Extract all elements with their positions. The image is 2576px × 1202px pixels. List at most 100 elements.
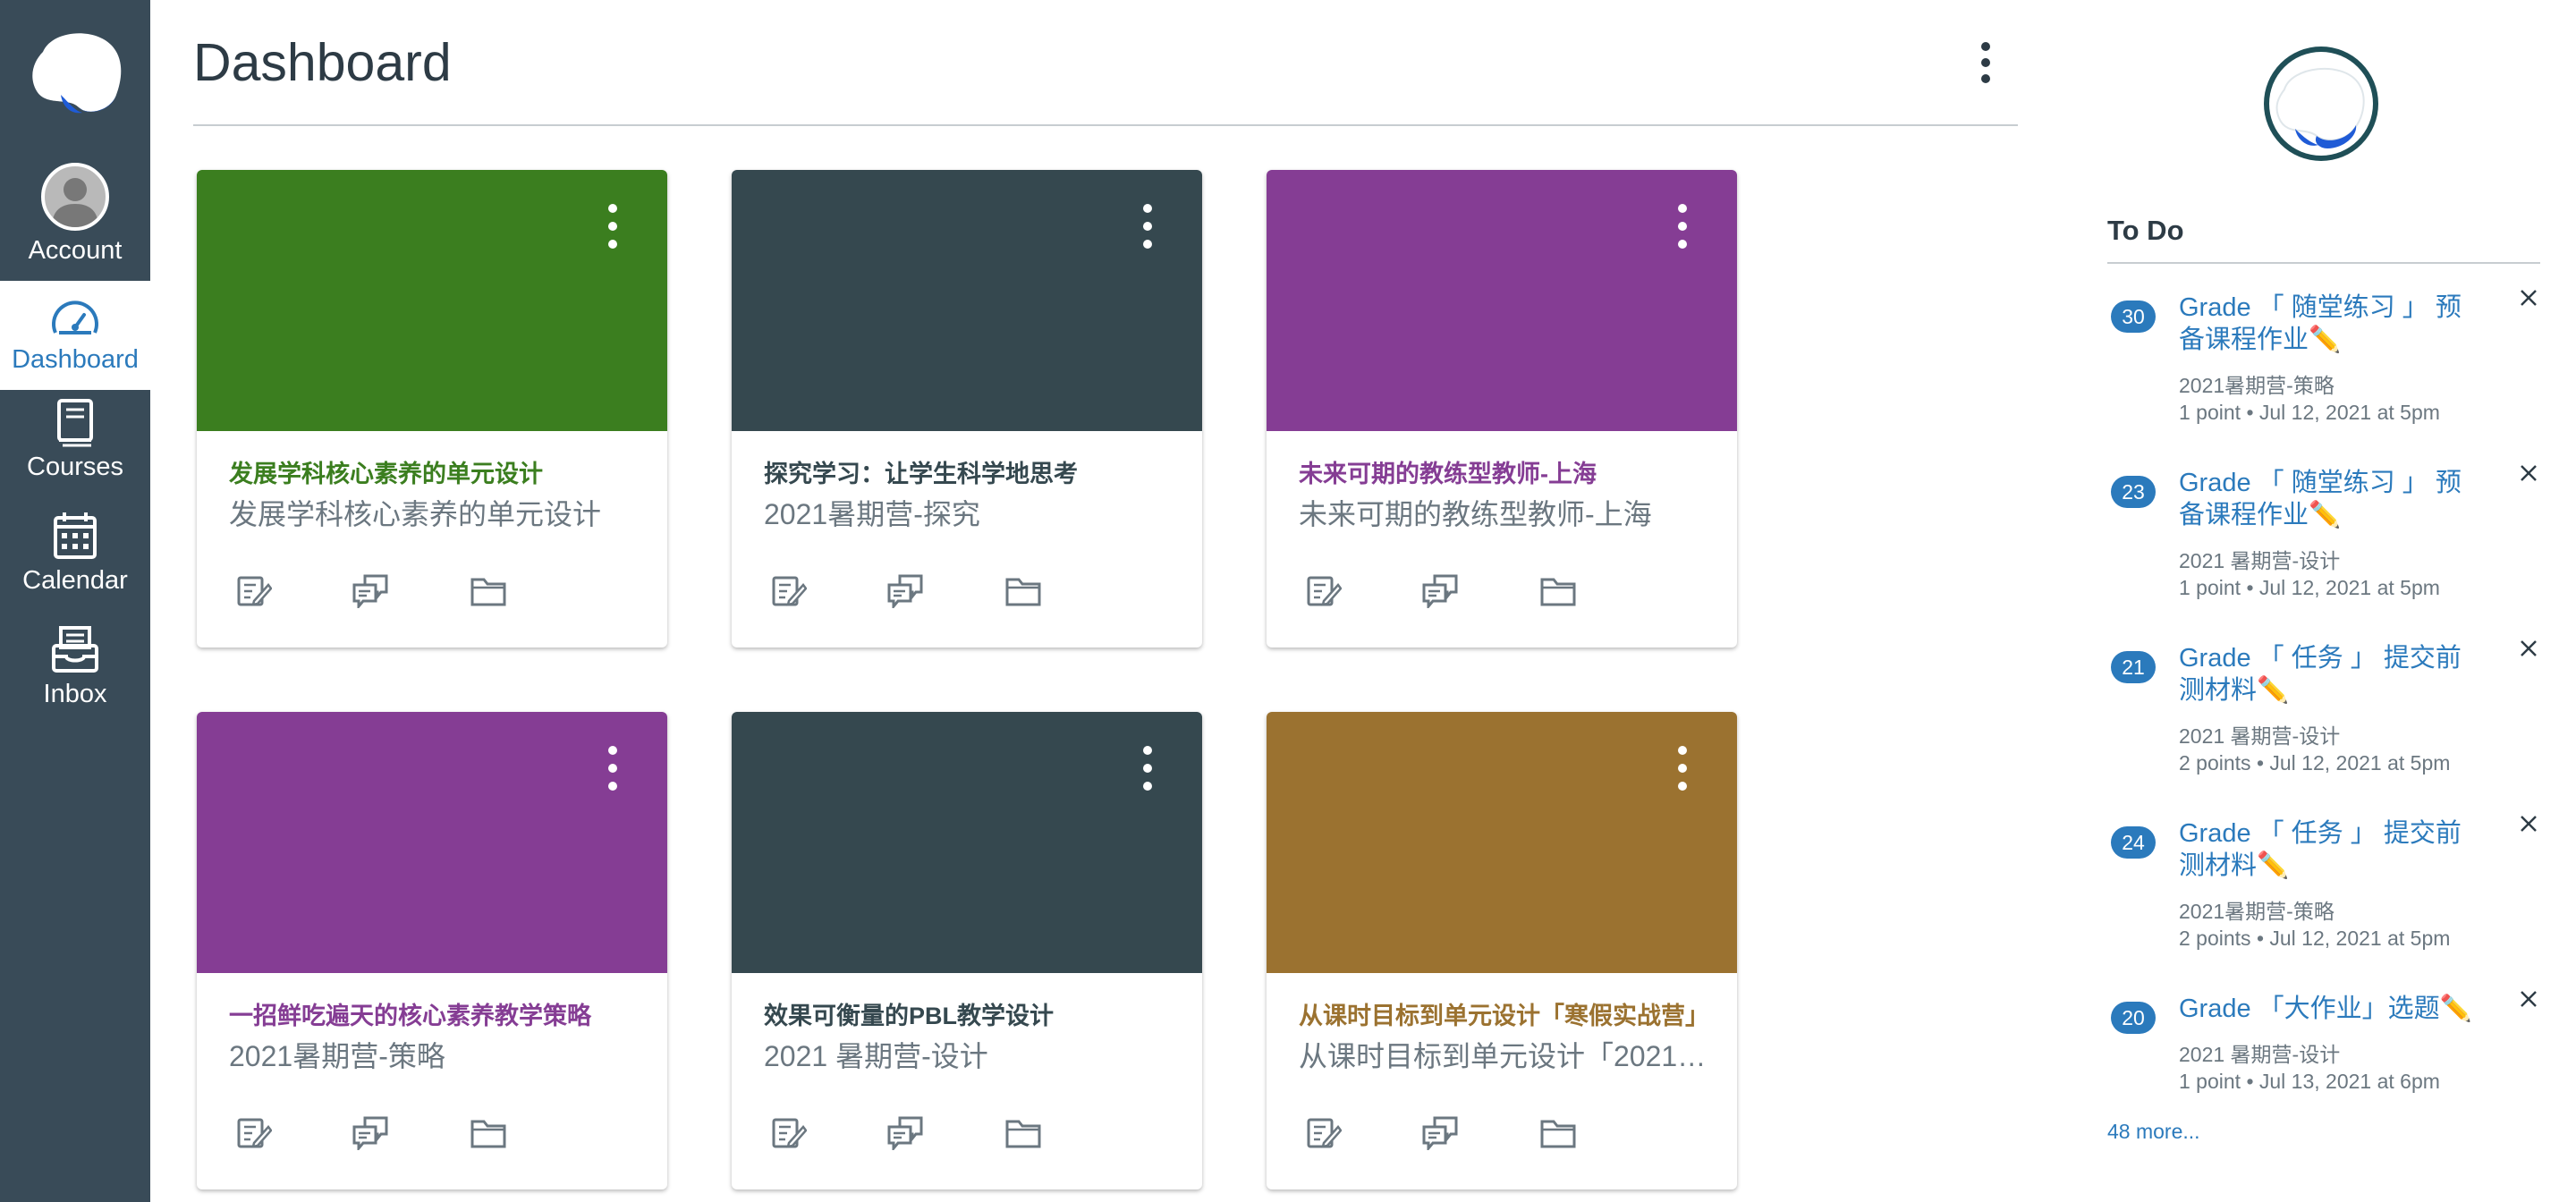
- course-card-title[interactable]: 探究学习：让学生科学地思考: [764, 454, 1175, 489]
- assignments-icon[interactable]: [236, 1114, 273, 1150]
- nav-account[interactable]: Account: [0, 154, 150, 272]
- todo-divider: [2107, 262, 2540, 264]
- course-card[interactable]: 未来可期的教练型教师-上海 未来可期的教练型教师-上海: [1267, 170, 1737, 648]
- kebab-menu-icon[interactable]: [1669, 204, 1696, 254]
- course-card[interactable]: 探究学习：让学生科学地思考 2021暑期营-探究: [732, 170, 1202, 648]
- close-icon[interactable]: [2515, 635, 2542, 662]
- todo-item-link[interactable]: Grade 「大作业」选题✏️: [2179, 993, 2483, 1025]
- nav-calendar[interactable]: Calendar: [0, 511, 150, 620]
- assignments-icon[interactable]: [771, 572, 808, 608]
- todo-count-badge: 23: [2111, 476, 2156, 508]
- course-card-title[interactable]: 从课时目标到单元设计「寒假实战营」: [1299, 996, 1710, 1031]
- nav-calendar-label: Calendar: [22, 566, 128, 595]
- todo-item-course: 2021 暑期营-设计: [2179, 724, 2341, 748]
- kebab-menu-icon[interactable]: [599, 746, 626, 796]
- todo-item-meta: 2 points • Jul 12, 2021 at 5pm: [2179, 927, 2451, 950]
- assignments-icon[interactable]: [1306, 1114, 1343, 1150]
- todo-item-meta: 1 point • Jul 13, 2021 at 6pm: [2179, 1070, 2440, 1093]
- todo-item: 23 Grade 「 随堂练习 」 预备课程作业✏️ 2021 暑期营-设计 1 po…: [2107, 460, 2540, 630]
- discussions-icon[interactable]: [352, 572, 388, 611]
- header-divider: [193, 124, 2018, 126]
- course-card-hero[interactable]: [732, 170, 1202, 431]
- course-card-title[interactable]: 发展学科核心素养的单元设计: [229, 454, 640, 489]
- discussions-icon[interactable]: [887, 572, 923, 611]
- todo-item-meta: 1 point • Jul 12, 2021 at 5pm: [2179, 576, 2440, 599]
- course-card-subtitle: 从课时目标到单元设计「2021寒假实战营」: [1299, 1040, 1710, 1072]
- canvas-logo-icon[interactable]: [25, 25, 125, 118]
- nav-dashboard[interactable]: Dashboard: [0, 281, 150, 390]
- discussions-icon[interactable]: [1422, 572, 1458, 611]
- global-nav: Account Dashboard Courses Calendar Inbox: [0, 0, 150, 1202]
- todo-item-course: 2021 暑期营-设计: [2179, 1043, 2341, 1066]
- todo-item: 30 Grade 「 随堂练习 」 预备课程作业✏️ 2021暑期营-策略 1 poi…: [2107, 284, 2540, 454]
- course-card[interactable]: 一招鲜吃遍天的核心素养教学策略 2021暑期营-策略: [197, 712, 667, 1189]
- files-folder-icon[interactable]: [1540, 1114, 1576, 1150]
- course-card-subtitle: 2021暑期营-探究: [764, 498, 980, 530]
- close-icon[interactable]: [2515, 460, 2542, 487]
- files-folder-icon[interactable]: [470, 1114, 506, 1150]
- course-card-title[interactable]: 未来可期的教练型教师-上海: [1299, 454, 1710, 489]
- course-card[interactable]: 发展学科核心素养的单元设计 发展学科核心素养的单元设计: [197, 170, 667, 648]
- todo-item-course: 2021暑期营-策略: [2179, 374, 2334, 397]
- course-card-hero[interactable]: [732, 712, 1202, 973]
- files-folder-icon[interactable]: [1540, 572, 1576, 608]
- close-icon[interactable]: [2515, 284, 2542, 311]
- todo-item: 24 Grade 「 任务 」 提交前测材料✏️ 2021暑期营-策略 2 point…: [2107, 810, 2540, 980]
- course-card[interactable]: 效果可衡量的PBL教学设计 2021 暑期营-设计: [732, 712, 1202, 1189]
- nav-inbox-label: Inbox: [43, 680, 107, 708]
- todo-item-meta: 1 point • Jul 12, 2021 at 5pm: [2179, 401, 2440, 424]
- dashboard-gauge-icon: [52, 300, 98, 334]
- todo-item-course: 2021 暑期营-设计: [2179, 549, 2341, 572]
- course-card-subtitle: 2021 暑期营-设计: [764, 1040, 988, 1072]
- todo-item-link[interactable]: Grade 「 任务 」 提交前测材料✏️: [2179, 817, 2483, 882]
- close-icon[interactable]: [2515, 986, 2542, 1012]
- discussions-icon[interactable]: [887, 1114, 923, 1153]
- todo-title: To Do: [2107, 215, 2184, 246]
- todo-more-link[interactable]: 48 more...: [2107, 1120, 2200, 1144]
- nav-courses-label: Courses: [27, 453, 123, 481]
- nav-dashboard-label: Dashboard: [12, 345, 139, 374]
- close-icon[interactable]: [2515, 810, 2542, 837]
- course-card-hero[interactable]: [197, 170, 667, 431]
- courses-book-icon: [57, 399, 93, 447]
- nav-courses[interactable]: Courses: [0, 397, 150, 506]
- canvas-logo-icon: [2264, 47, 2378, 161]
- course-card-hero[interactable]: [1267, 170, 1737, 431]
- course-card-subtitle: 发展学科核心素养的单元设计: [229, 498, 602, 530]
- course-card-title[interactable]: 效果可衡量的PBL教学设计: [764, 996, 1175, 1031]
- assignments-icon[interactable]: [1306, 572, 1343, 608]
- kebab-menu-icon[interactable]: [599, 204, 626, 254]
- calendar-icon: [54, 512, 97, 559]
- assignments-icon[interactable]: [236, 572, 273, 608]
- kebab-menu-icon[interactable]: [1134, 746, 1161, 796]
- course-card-subtitle: 2021暑期营-策略: [229, 1040, 445, 1072]
- course-card-title[interactable]: 一招鲜吃遍天的核心素养教学策略: [229, 996, 640, 1031]
- todo-item-meta: 2 points • Jul 12, 2021 at 5pm: [2179, 751, 2451, 775]
- todo-item-course: 2021暑期营-策略: [2179, 900, 2334, 923]
- todo-item-link[interactable]: Grade 「 任务 」 提交前测材料✏️: [2179, 642, 2483, 707]
- course-card[interactable]: 从课时目标到单元设计「寒假实战营」从课时目标到单元设计「2021寒假实战营」: [1267, 712, 1737, 1189]
- page-title: Dashboard: [193, 33, 452, 92]
- kebab-menu-icon[interactable]: [1134, 204, 1161, 254]
- todo-item-link[interactable]: Grade 「 随堂练习 」 预备课程作业✏️: [2179, 467, 2483, 531]
- todo-count-badge: 30: [2111, 300, 2156, 333]
- todo-item: 21 Grade 「 任务 」 提交前测材料✏️ 2021 暑期营-设计 2 poin…: [2107, 635, 2540, 805]
- discussions-icon[interactable]: [1422, 1114, 1458, 1153]
- todo-count-badge: 20: [2111, 1002, 2156, 1034]
- assignments-icon[interactable]: [771, 1114, 808, 1150]
- course-card-hero[interactable]: [1267, 712, 1737, 973]
- nav-inbox[interactable]: Inbox: [0, 624, 150, 733]
- course-card-hero[interactable]: [197, 712, 667, 973]
- discussions-icon[interactable]: [352, 1114, 388, 1153]
- nav-account-label: Account: [28, 236, 123, 265]
- user-avatar-icon: [41, 163, 109, 231]
- inbox-icon: [52, 626, 98, 673]
- todo-item-link[interactable]: Grade 「 随堂练习 」 预备课程作业✏️: [2179, 292, 2483, 356]
- files-folder-icon[interactable]: [1005, 572, 1041, 608]
- todo-count-badge: 24: [2111, 826, 2156, 859]
- kebab-menu-icon[interactable]: [1968, 36, 2004, 89]
- files-folder-icon[interactable]: [1005, 1114, 1041, 1150]
- files-folder-icon[interactable]: [470, 572, 506, 608]
- todo-count-badge: 21: [2111, 651, 2156, 683]
- kebab-menu-icon[interactable]: [1669, 746, 1696, 796]
